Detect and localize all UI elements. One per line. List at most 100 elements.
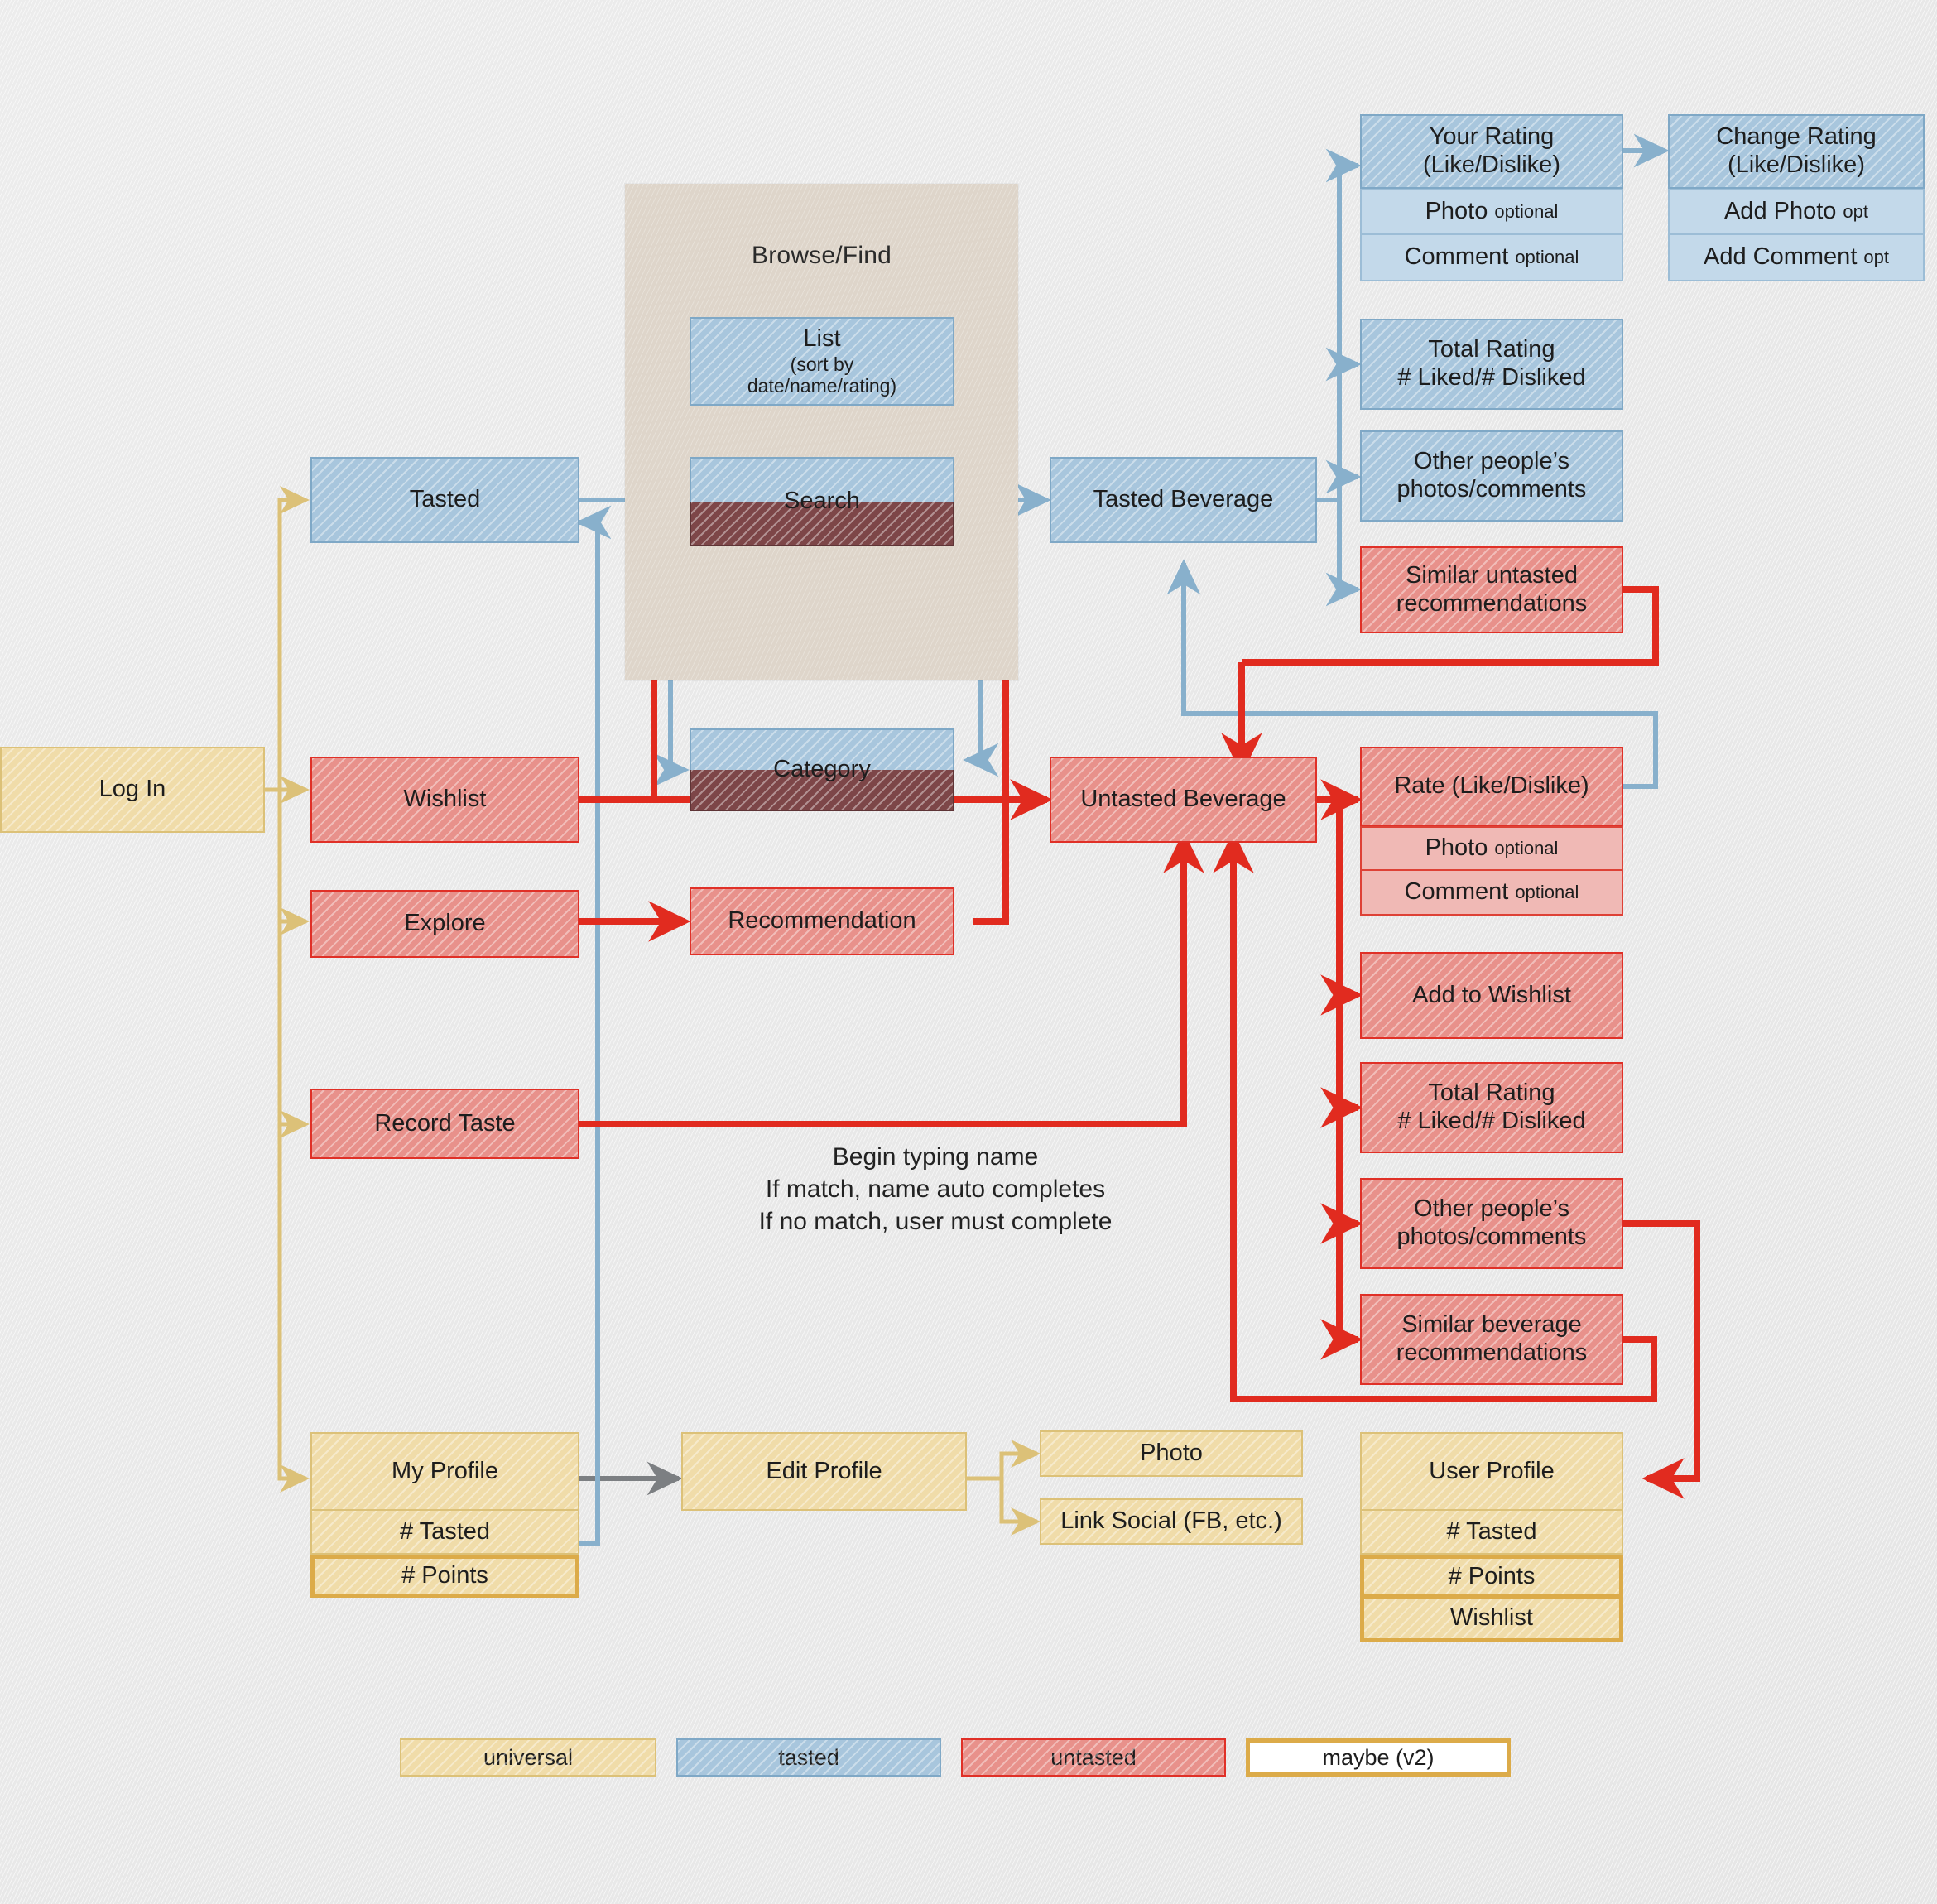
list-cell[interactable]: List (sort by date/name/rating) <box>690 317 954 406</box>
add-to-wishlist-cell[interactable]: Add to Wishlist <box>1360 952 1623 1039</box>
legend-label-untasted: untasted <box>1050 1744 1137 1770</box>
rate-cell[interactable]: Rate (Like/Dislike) <box>1360 747 1623 826</box>
recommendation-cell[interactable]: Recommendation <box>690 887 954 955</box>
search-label-wrap: Search <box>690 457 954 546</box>
tasted-label: Tasted <box>409 486 481 513</box>
node-category[interactable]: Category <box>690 728 954 811</box>
add-comment-row[interactable]: Add Comment opt <box>1668 235 1925 281</box>
wishlist-label: Wishlist <box>403 786 487 813</box>
node-total-rating-tasted[interactable]: Total Rating # Liked/# Disliked <box>1360 319 1623 410</box>
node-user-profile[interactable]: User Profile # Tasted # Points Wishlist <box>1360 1432 1623 1656</box>
change-rating-line-2: (Like/Dislike) <box>1728 151 1865 178</box>
node-record-taste[interactable]: Record Taste <box>310 1089 579 1159</box>
legend-item-untasted: untasted <box>961 1738 1226 1777</box>
legend-item-tasted: tasted <box>676 1738 941 1777</box>
node-total-rating-untasted[interactable]: Total Rating # Liked/# Disliked <box>1360 1062 1623 1153</box>
node-rate[interactable]: Rate (Like/Dislike) Photo optional Comme… <box>1360 747 1623 916</box>
node-your-rating[interactable]: Your Rating (Like/Dislike) Photo optiona… <box>1360 114 1623 293</box>
user-profile-wishlist-row[interactable]: Wishlist <box>1360 1599 1623 1642</box>
node-add-to-wishlist[interactable]: Add to Wishlist <box>1360 952 1623 1039</box>
comment-optional-tag: optional <box>1515 247 1579 268</box>
user-profile-points-label: # Points <box>1448 1562 1536 1589</box>
link-social-cell[interactable]: Link Social (FB, etc.) <box>1040 1498 1303 1545</box>
your-rating-cell[interactable]: Your Rating (Like/Dislike) <box>1360 114 1623 189</box>
similar-beverage-recs-cell[interactable]: Similar beverage recommendations <box>1360 1294 1623 1385</box>
node-edit-profile[interactable]: Edit Profile <box>681 1432 967 1511</box>
total-rating-tasted-line-1: Total Rating <box>1428 336 1555 363</box>
edit-profile-cell[interactable]: Edit Profile <box>681 1432 967 1511</box>
photo-cell[interactable]: Photo <box>1040 1430 1303 1477</box>
node-search[interactable]: Search <box>690 457 954 546</box>
photo-node-label: Photo <box>1140 1440 1203 1467</box>
wishlist-cell[interactable]: Wishlist <box>310 757 579 843</box>
browse-find-panel: Browse/Find <box>625 184 1018 680</box>
node-other-people-untasted[interactable]: Other people’s photos/comments <box>1360 1178 1623 1269</box>
node-photo[interactable]: Photo <box>1040 1430 1303 1477</box>
node-similar-untasted-recs[interactable]: Similar untasted recommendations <box>1360 546 1623 633</box>
node-list[interactable]: List (sort by date/name/rating) <box>690 317 954 406</box>
total-rating-tasted-cell[interactable]: Total Rating # Liked/# Disliked <box>1360 319 1623 410</box>
legend-label-tasted: tasted <box>778 1744 839 1770</box>
my-profile-cell[interactable]: My Profile <box>310 1432 579 1511</box>
user-profile-cell[interactable]: User Profile <box>1360 1432 1623 1511</box>
my-profile-tasted-row[interactable]: # Tasted <box>310 1511 579 1555</box>
your-rating-photo-row[interactable]: Photo optional <box>1360 189 1623 235</box>
my-profile-points-label: # Points <box>401 1562 488 1589</box>
node-log-in[interactable]: Log In <box>0 747 265 833</box>
my-profile-tasted-label: # Tasted <box>399 1517 491 1545</box>
rate-photo-row[interactable]: Photo optional <box>1360 826 1623 871</box>
untasted-beverage-cell[interactable]: Untasted Beverage <box>1050 757 1317 843</box>
total-rating-untasted-line-1: Total Rating <box>1428 1079 1555 1107</box>
node-change-rating[interactable]: Change Rating (Like/Dislike) Add Photo o… <box>1668 114 1925 293</box>
rate-comment-row[interactable]: Comment optional <box>1360 871 1623 916</box>
tasted-beverage-label: Tasted Beverage <box>1093 486 1274 513</box>
node-link-social[interactable]: Link Social (FB, etc.) <box>1040 1498 1303 1545</box>
user-profile-tasted-row[interactable]: # Tasted <box>1360 1511 1623 1555</box>
node-untasted-beverage[interactable]: Untasted Beverage <box>1050 757 1317 843</box>
similar-beverage-line-2: recommendations <box>1396 1339 1588 1366</box>
add-comment-opt-tag: opt <box>1863 247 1889 268</box>
rate-comment-label: Comment <box>1404 878 1509 906</box>
rate-photo-optional-tag: optional <box>1494 838 1559 859</box>
explore-label: Explore <box>404 910 486 937</box>
total-rating-untasted-cell[interactable]: Total Rating # Liked/# Disliked <box>1360 1062 1623 1153</box>
node-similar-beverage-recs[interactable]: Similar beverage recommendations <box>1360 1294 1623 1385</box>
node-wishlist[interactable]: Wishlist <box>310 757 579 843</box>
link-social-label: Link Social (FB, etc.) <box>1060 1507 1282 1535</box>
log-in-cell[interactable]: Log In <box>0 747 265 833</box>
similar-untasted-recs-cell[interactable]: Similar untasted recommendations <box>1360 546 1623 633</box>
your-rating-line-2: (Like/Dislike) <box>1423 151 1560 178</box>
user-profile-label: User Profile <box>1429 1457 1555 1484</box>
autocomplete-annotation: Begin typing name If match, name auto co… <box>758 1143 1113 1235</box>
comment-label: Comment <box>1404 243 1509 271</box>
other-people-untasted-cell[interactable]: Other people’s photos/comments <box>1360 1178 1623 1269</box>
photo-label: Photo <box>1425 198 1488 225</box>
node-explore[interactable]: Explore <box>310 890 579 958</box>
total-rating-untasted-line-2: # Liked/# Disliked <box>1397 1108 1586 1134</box>
node-recommendation[interactable]: Recommendation <box>690 887 954 955</box>
other-people-untasted-line-1: Other people’s <box>1413 1195 1570 1223</box>
edit-profile-label: Edit Profile <box>766 1457 882 1484</box>
other-people-tasted-line-2: photos/comments <box>1396 476 1587 502</box>
node-my-profile[interactable]: My Profile # Tasted # Points <box>310 1432 579 1598</box>
user-profile-points-row[interactable]: # Points <box>1360 1555 1623 1599</box>
similar-untasted-line-1: Similar untasted <box>1406 561 1578 589</box>
other-people-tasted-cell[interactable]: Other people’s photos/comments <box>1360 430 1623 522</box>
add-photo-row[interactable]: Add Photo opt <box>1668 189 1925 235</box>
explore-cell[interactable]: Explore <box>310 890 579 958</box>
change-rating-cell[interactable]: Change Rating (Like/Dislike) <box>1668 114 1925 189</box>
recommendation-label: Recommendation <box>728 907 916 935</box>
node-tasted[interactable]: Tasted <box>310 457 579 543</box>
rate-comment-optional-tag: optional <box>1515 882 1579 903</box>
tasted-cell[interactable]: Tasted <box>310 457 579 543</box>
log-in-label: Log In <box>99 776 166 803</box>
legend-label-universal: universal <box>483 1744 574 1770</box>
node-tasted-beverage[interactable]: Tasted Beverage <box>1050 457 1317 543</box>
record-taste-cell[interactable]: Record Taste <box>310 1089 579 1159</box>
my-profile-points-row[interactable]: # Points <box>310 1555 579 1598</box>
legend-label-maybe-v2: maybe (v2) <box>1322 1744 1435 1770</box>
node-other-people-tasted[interactable]: Other people’s photos/comments <box>1360 430 1623 522</box>
your-rating-comment-row[interactable]: Comment optional <box>1360 235 1623 281</box>
tasted-beverage-cell[interactable]: Tasted Beverage <box>1050 457 1317 543</box>
user-profile-wishlist-label: Wishlist <box>1450 1604 1533 1632</box>
